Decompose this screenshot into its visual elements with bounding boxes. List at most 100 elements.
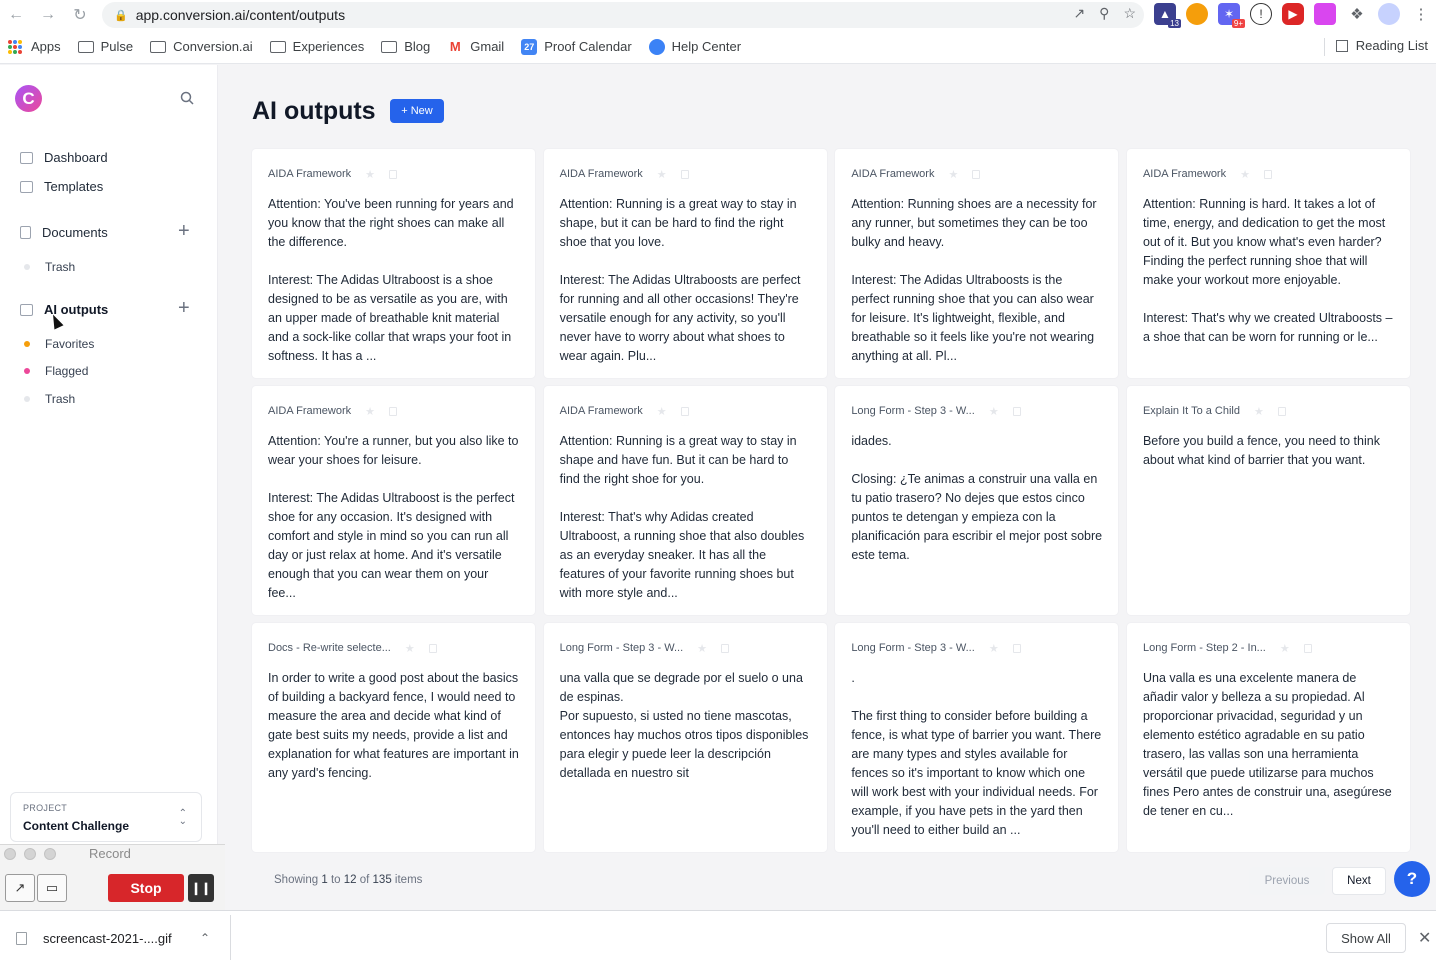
minimize-dot-icon[interactable] (24, 848, 36, 860)
star-icon[interactable]: ★ (657, 405, 667, 418)
star-icon[interactable]: ★ (1254, 405, 1264, 418)
star-icon[interactable]: ★ (948, 168, 958, 181)
output-card[interactable]: AIDA Framework ★ Attention: Running is har… (1126, 149, 1410, 378)
copy-icon[interactable] (1012, 643, 1021, 653)
output-card[interactable]: Long Form - Step 3 - W... ★ . The first th… (835, 623, 1119, 852)
extension-icon[interactable] (1314, 3, 1336, 25)
sidebar-item-flagged[interactable]: Flagged (24, 364, 88, 378)
star-icon[interactable]: ★ (365, 405, 375, 418)
bookmark-label: Experiences (292, 39, 365, 54)
arrow-tool-icon[interactable]: ↗ (5, 874, 35, 902)
star-icon[interactable]: ★ (1280, 642, 1290, 655)
output-card[interactable]: AIDA Framework ★ Attention: Running is a g… (543, 386, 827, 615)
sidebar-item-outputs-trash[interactable]: Trash (24, 392, 75, 406)
bookmark-conversion[interactable]: Conversion.ai (150, 39, 253, 54)
previous-button[interactable]: Previous (1249, 867, 1325, 895)
copy-icon[interactable] (389, 406, 398, 416)
help-button[interactable]: ? (1394, 861, 1430, 897)
sidebar-item-dashboard[interactable]: Dashboard (20, 150, 108, 165)
bookmark-pulse[interactable]: Pulse (77, 39, 133, 54)
output-card[interactable]: Docs - Re-write selecte... ★ In order to w… (252, 623, 535, 852)
zoom-icon[interactable]: ⚲ (1099, 5, 1109, 22)
close-icon[interactable]: ✕ (1418, 928, 1431, 948)
bookmark-help-center[interactable]: Help Center (648, 38, 741, 55)
bookmark-label: Gmail (470, 39, 505, 54)
project-label: PROJECT (23, 803, 68, 813)
output-card[interactable]: AIDA Framework ★ Attention: You've been ru… (252, 149, 535, 378)
next-button[interactable]: Next (1332, 867, 1386, 895)
pause-button[interactable]: ❙❙ (188, 874, 214, 902)
extension-icon[interactable]: ✶ 9+ (1218, 3, 1245, 28)
extension-icon[interactable] (1186, 3, 1208, 25)
flagged-dot-icon (24, 368, 30, 374)
download-filename: screencast-2021-....gif (43, 931, 172, 946)
bookmark-experiences[interactable]: Experiences (269, 39, 365, 54)
avatar[interactable] (1378, 3, 1400, 25)
bookmark-blog[interactable]: Blog (381, 39, 430, 54)
reading-list[interactable]: Reading List (1335, 38, 1428, 53)
sidebar-item-ai-outputs[interactable]: AI outputs (20, 302, 108, 317)
output-card[interactable]: AIDA Framework ★ Attention: You're a runne… (252, 386, 535, 615)
copy-icon[interactable] (389, 169, 398, 179)
star-icon[interactable]: ★ (989, 642, 999, 655)
output-card[interactable]: AIDA Framework ★ Attention: Running shoes … (835, 149, 1119, 378)
bookmark-gmail[interactable]: M Gmail (447, 39, 504, 55)
bookmark-star-icon[interactable]: ☆ (1123, 5, 1136, 22)
search-icon[interactable] (180, 91, 194, 105)
puzzle-icon[interactable]: ❖ (1346, 3, 1368, 25)
app-logo[interactable]: C (15, 85, 42, 112)
zoom-dot-icon[interactable] (44, 848, 56, 860)
copy-icon[interactable] (428, 643, 437, 653)
star-icon[interactable]: ★ (657, 168, 667, 181)
extension-icon[interactable]: ▶ (1282, 3, 1304, 25)
copy-icon[interactable] (680, 406, 689, 416)
copy-icon[interactable] (680, 169, 689, 179)
rectangle-tool-icon[interactable]: ▭ (37, 874, 67, 902)
sidebar-item-templates[interactable]: Templates (20, 179, 103, 194)
add-output-button[interactable]: + (178, 298, 190, 318)
copy-icon[interactable] (1012, 406, 1021, 416)
star-icon[interactable]: ★ (697, 642, 707, 655)
copy-icon[interactable] (1263, 169, 1272, 179)
copy-icon[interactable] (721, 643, 730, 653)
add-document-button[interactable]: + (178, 221, 190, 241)
sidebar-item-documents[interactable]: Documents (20, 225, 108, 240)
star-icon[interactable]: ★ (989, 405, 999, 418)
show-all-button[interactable]: Show All (1326, 923, 1406, 953)
new-output-button[interactable]: + New (390, 99, 444, 123)
star-icon[interactable]: ★ (365, 168, 375, 181)
copy-icon[interactable] (972, 169, 981, 179)
download-item[interactable]: screencast-2021-....gif (16, 931, 172, 946)
reload-icon[interactable]: ↻ (68, 3, 92, 27)
folder-icon (150, 40, 167, 53)
menu-icon[interactable]: ⋮ (1410, 3, 1432, 25)
forward-icon[interactable]: → (36, 3, 60, 27)
open-external-icon[interactable]: ↗ (1073, 5, 1085, 22)
extension-icon[interactable]: ▲ 13 (1154, 3, 1181, 28)
main-content: AI outputs + New AIDA Framework ★ Attentio… (218, 65, 1436, 910)
sidebar-item-favorites[interactable]: Favorites (24, 337, 94, 351)
chevron-up-icon[interactable]: ⌃ (200, 931, 210, 945)
page-title: AI outputs (252, 97, 376, 125)
extension-icon[interactable]: ! (1250, 3, 1272, 25)
close-dot-icon[interactable] (4, 848, 16, 860)
sidebar-item-documents-trash[interactable]: Trash (24, 260, 75, 274)
output-card[interactable]: Explain It To a Child ★ Before you build a… (1126, 386, 1410, 615)
output-card[interactable]: AIDA Framework ★ Attention: Running is a g… (543, 149, 827, 378)
stop-button[interactable]: Stop (108, 874, 184, 902)
copy-icon[interactable] (1303, 643, 1312, 653)
bookmark-proof-calendar[interactable]: 27 Proof Calendar (521, 38, 632, 55)
copy-icon[interactable] (1277, 406, 1286, 416)
output-card[interactable]: Long Form - Step 3 - W... ★ idades. Closin… (835, 386, 1119, 615)
card-header: Explain It To a Child ★ (1143, 404, 1394, 418)
output-card[interactable]: Long Form - Step 2 - In... ★ Una valla es … (1126, 623, 1410, 852)
output-card[interactable]: Long Form - Step 3 - W... ★ una valla que … (543, 623, 827, 852)
divider (230, 915, 231, 960)
back-icon[interactable]: ← (4, 3, 28, 27)
summary-of-word: of (359, 874, 370, 886)
address-bar[interactable]: 🔒 app.conversion.ai/content/outputs ↗ ⚲ … (102, 2, 1144, 28)
star-icon[interactable]: ★ (1240, 168, 1250, 181)
project-selector[interactable]: PROJECT Content Challenge ⌃ ⌄ (10, 792, 202, 842)
star-icon[interactable]: ★ (405, 642, 415, 655)
bookmark-apps[interactable]: Apps (8, 39, 61, 54)
